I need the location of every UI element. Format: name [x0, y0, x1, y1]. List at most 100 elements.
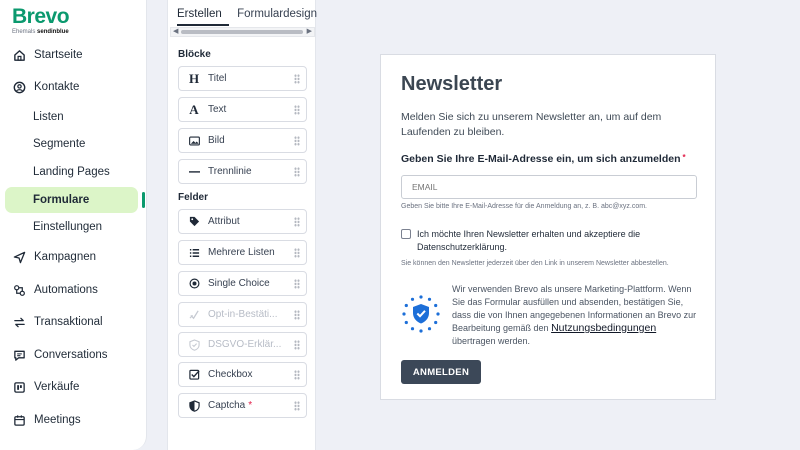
email-label-text: Geben Sie Ihre E-Mail-Adresse ein, um si…: [401, 153, 681, 165]
nav-label: Verkäufe: [34, 381, 80, 393]
email-label[interactable]: Geben Sie Ihre E-Mail-Adresse ein, um si…: [401, 153, 686, 165]
home-icon: [12, 48, 26, 62]
scroll-left-icon[interactable]: ◀: [173, 27, 178, 35]
email-field[interactable]: [401, 175, 697, 199]
nav-item-kampagnen[interactable]: Kampagnen: [5, 244, 138, 270]
form-intro-text[interactable]: Melden Sie sich zu unserem Newsletter an…: [401, 110, 691, 140]
brevo-logo[interactable]: Brevo Ehemals sendinblue: [12, 5, 70, 36]
nav-item-transaktional[interactable]: Transaktional: [5, 309, 138, 335]
nav-item-formulare[interactable]: Formulare: [5, 187, 138, 213]
drag-handle-icon[interactable]: [294, 370, 300, 380]
conversations-icon: [12, 348, 26, 362]
nav-item-meetings[interactable]: Meetings: [5, 407, 138, 433]
form-title[interactable]: Newsletter: [401, 73, 502, 96]
field-opt-in: Opt-in-Bestäti...: [178, 302, 307, 327]
field-single-choice[interactable]: Single Choice: [178, 271, 307, 296]
horizontal-scrollbar[interactable]: ◀ ▶: [170, 27, 315, 37]
submit-button[interactable]: ANMELDEN: [401, 360, 481, 384]
field-checkbox[interactable]: Checkbox: [178, 362, 307, 387]
checkbox-icon: [188, 369, 200, 380]
optin-icon: [188, 309, 200, 320]
nav-label: Conversations: [34, 349, 108, 361]
nav-label: Formulare: [33, 194, 90, 206]
nav-label: Kampagnen: [34, 251, 97, 263]
eu-trust-badge-icon: [401, 294, 441, 334]
block-label: Titel: [208, 73, 227, 84]
legal-text: Wir verwenden Brevo als unsere Marketing…: [452, 283, 697, 348]
drag-handle-icon: [294, 340, 300, 350]
drag-handle-icon[interactable]: [294, 401, 300, 411]
nav-item-startseite[interactable]: Startseite: [5, 42, 138, 68]
transactional-icon: [12, 315, 26, 329]
send-icon: [12, 250, 26, 264]
nav-item-kontakte[interactable]: Kontakte: [5, 74, 138, 100]
email-help-text: Geben Sie bitte Ihre E-Mail-Adresse für …: [401, 203, 647, 210]
block-titel[interactable]: H Titel: [178, 66, 307, 91]
drag-handle-icon[interactable]: [294, 105, 300, 115]
nav-item-segmente[interactable]: Segmente: [5, 131, 138, 157]
terms-link[interactable]: Nutzungsbedingungen: [551, 322, 656, 334]
field-attribut[interactable]: Attribut: [178, 209, 307, 234]
drag-handle-icon[interactable]: [294, 167, 300, 177]
unsubscribe-note: Sie können den Newsletter jederzeit über…: [401, 260, 669, 267]
field-label: Attribut: [208, 216, 240, 227]
nav-item-automations[interactable]: Automations: [5, 277, 138, 303]
shield-icon: [188, 399, 200, 412]
heading-icon: H: [188, 70, 200, 86]
consent-checkbox[interactable]: [401, 229, 411, 239]
field-label: Checkbox: [208, 369, 253, 380]
drag-handle-icon[interactable]: [294, 136, 300, 146]
drag-handle-icon[interactable]: [294, 74, 300, 84]
nav-label: Transaktional: [34, 316, 103, 328]
tab-formulardesign[interactable]: Formulardesign: [237, 0, 317, 26]
block-label: Bild: [208, 135, 225, 146]
nav-item-einstellungen[interactable]: Einstellungen: [5, 214, 138, 240]
drag-handle-icon[interactable]: [294, 217, 300, 227]
scroll-right-icon[interactable]: ▶: [307, 27, 312, 35]
tagline-prefix: Ehemals: [12, 29, 36, 35]
required-mark: *: [248, 400, 253, 411]
consent-label[interactable]: Ich möchte Ihren Newsletter erhalten und…: [417, 228, 657, 254]
nav-label: Landing Pages: [33, 166, 110, 178]
image-icon: [188, 136, 200, 146]
divider-icon: [188, 170, 200, 174]
drag-handle-icon[interactable]: [294, 279, 300, 289]
block-bild[interactable]: Bild: [178, 128, 307, 153]
field-mehrere-listen[interactable]: Mehrere Listen: [178, 240, 307, 265]
blocks-section-label: Blöcke: [178, 49, 211, 60]
field-label: Captcha: [208, 400, 246, 411]
radio-icon: [188, 278, 200, 289]
tag-icon: [188, 216, 200, 227]
form-preview-card: Newsletter Melden Sie sich zu unserem Ne…: [380, 54, 716, 400]
contacts-icon: [12, 80, 26, 94]
main-navigation: Brevo Ehemals sendinblue Startseite Kont…: [0, 0, 147, 450]
nav-item-landing-pages[interactable]: Landing Pages: [5, 159, 138, 185]
tab-erstellen[interactable]: Erstellen: [177, 0, 230, 26]
nav-label: Meetings: [34, 414, 81, 426]
tagline-brand: sendinblue: [37, 29, 69, 35]
drag-handle-icon[interactable]: [294, 248, 300, 258]
nav-item-listen[interactable]: Listen: [5, 104, 138, 130]
nav-label: Segmente: [33, 138, 86, 150]
shield-check-icon: [188, 338, 200, 351]
nav-label: Automations: [34, 284, 98, 296]
scrollbar-thumb[interactable]: [181, 30, 303, 34]
editor-tabs: Erstellen Formulardesign: [168, 0, 317, 26]
required-mark: *: [682, 153, 686, 162]
block-trennlinie[interactable]: Trennlinie: [178, 159, 307, 184]
logo-wordmark: Brevo: [12, 5, 70, 28]
block-label: Text: [208, 104, 227, 115]
sales-icon: [12, 380, 26, 394]
nav-label: Kontakte: [34, 81, 80, 93]
text-icon: A: [189, 101, 199, 117]
field-label: Single Choice: [208, 278, 270, 289]
nav-label: Listen: [33, 111, 64, 123]
nav-item-verkaeufe[interactable]: Verkäufe: [5, 374, 138, 400]
field-dsgvo: DSGVO-Erklär...: [178, 332, 307, 357]
automations-icon: [12, 283, 26, 297]
field-label: Opt-in-Bestäti...: [208, 309, 278, 320]
block-label: Trennlinie: [208, 166, 252, 177]
block-text[interactable]: A Text: [178, 97, 307, 122]
field-captcha[interactable]: Captcha *: [178, 393, 307, 418]
nav-item-conversations[interactable]: Conversations: [5, 342, 138, 368]
